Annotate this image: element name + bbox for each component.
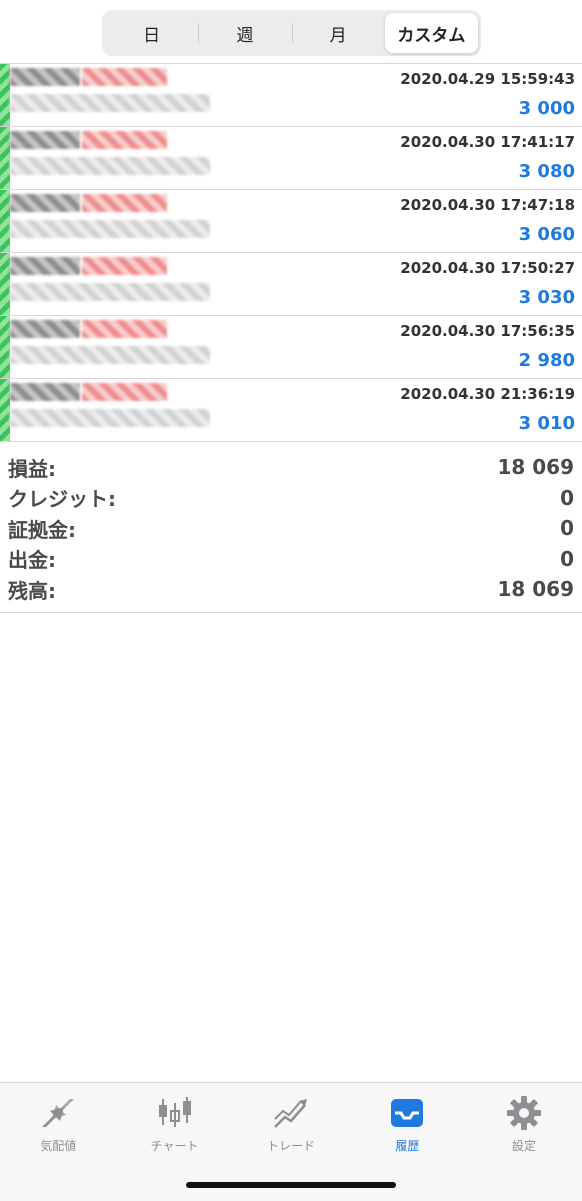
row-amount: 3 080	[518, 161, 575, 182]
redacted-text	[82, 68, 167, 86]
redacted-text	[10, 94, 210, 112]
deposit-indicator	[0, 253, 10, 315]
margin-label: 証拠金:	[8, 517, 76, 542]
history-row[interactable]: 2020.04.29 15:59:43 3 000	[0, 64, 582, 127]
redacted-text	[10, 157, 210, 175]
redacted-text	[10, 220, 210, 238]
balance-value: 18 069	[497, 577, 574, 602]
redacted-text	[82, 320, 167, 338]
redacted-text	[10, 68, 80, 86]
history-row[interactable]: 2020.04.30 17:41:17 3 080	[0, 127, 582, 190]
history-row[interactable]: 2020.04.30 17:47:18 3 060	[0, 190, 582, 253]
deposit-indicator	[0, 379, 10, 441]
history-list: 2020.04.29 15:59:43 3 000 2020.04.30 17:…	[0, 63, 582, 442]
redacted-text	[10, 131, 80, 149]
row-amount: 3 000	[518, 98, 575, 119]
row-amount: 3 030	[518, 287, 575, 308]
row-amount: 3 010	[518, 413, 575, 434]
quotes-arrows-icon	[42, 1099, 75, 1127]
tab-settings[interactable]: 設定	[466, 1083, 582, 1201]
balance-label: 残高:	[8, 578, 56, 603]
tab-chart-label: チャート	[150, 1139, 199, 1153]
redacted-text	[10, 383, 80, 401]
credit-label: クレジット:	[8, 487, 116, 512]
summary-balance: 残高: 18 069	[0, 574, 582, 605]
period-segmented-control: 日 週 月 カスタム	[102, 10, 481, 56]
home-indicator	[186, 1182, 396, 1188]
history-row[interactable]: 2020.04.30 17:56:35 2 980	[0, 316, 582, 379]
segment-day[interactable]: 日	[105, 13, 198, 53]
profit-value: 18 069	[497, 455, 574, 480]
summary-margin: 証拠金: 0	[0, 513, 582, 544]
redacted-text	[10, 194, 80, 212]
summary-withdrawal: 出金: 0	[0, 544, 582, 575]
tab-history-label: 履歴	[395, 1139, 420, 1153]
deposit-indicator	[0, 64, 10, 126]
redacted-text	[10, 257, 80, 275]
history-row[interactable]: 2020.04.30 17:50:27 3 030	[0, 253, 582, 316]
row-amount: 3 060	[518, 224, 575, 245]
row-datetime: 2020.04.29 15:59:43	[400, 70, 575, 88]
redacted-text	[10, 409, 210, 427]
summary-credit: クレジット: 0	[0, 483, 582, 514]
redacted-text	[10, 320, 80, 338]
redacted-text	[10, 346, 210, 364]
withdrawal-value: 0	[560, 546, 574, 571]
account-summary: 損益: 18 069 クレジット: 0 証拠金: 0 出金: 0 残高: 18 …	[0, 452, 582, 613]
credit-value: 0	[560, 485, 574, 510]
candlestick-chart-icon	[158, 1097, 191, 1127]
withdrawal-label: 出金:	[8, 548, 56, 573]
row-datetime: 2020.04.30 17:50:27	[400, 259, 575, 277]
tab-quotes-label: 気配値	[40, 1139, 77, 1153]
segment-month[interactable]: 月	[291, 13, 385, 53]
deposit-indicator	[0, 316, 10, 378]
segment-custom[interactable]: カスタム	[384, 13, 478, 53]
tab-quotes[interactable]: 気配値	[0, 1083, 116, 1201]
redacted-text	[82, 194, 167, 212]
segment-week[interactable]: 週	[198, 13, 291, 53]
row-datetime: 2020.04.30 17:41:17	[400, 133, 575, 151]
summary-profit: 損益: 18 069	[0, 452, 582, 483]
redacted-text	[82, 131, 167, 149]
redacted-text	[82, 383, 167, 401]
trade-trend-icon	[274, 1099, 308, 1128]
margin-value: 0	[560, 516, 574, 541]
redacted-text	[10, 283, 210, 301]
redacted-text	[82, 257, 167, 275]
gear-icon	[506, 1096, 541, 1130]
history-row[interactable]: 2020.04.30 21:36:19 3 010	[0, 379, 582, 442]
history-inbox-icon	[391, 1099, 424, 1127]
deposit-indicator	[0, 190, 10, 252]
profit-label: 損益:	[8, 456, 56, 481]
tab-trade-label: トレード	[267, 1139, 316, 1153]
row-datetime: 2020.04.30 21:36:19	[400, 385, 575, 403]
row-amount: 2 980	[518, 350, 575, 371]
tab-settings-label: 設定	[511, 1139, 536, 1153]
deposit-indicator	[0, 127, 10, 189]
row-datetime: 2020.04.30 17:56:35	[400, 322, 575, 340]
row-datetime: 2020.04.30 17:47:18	[400, 196, 575, 214]
